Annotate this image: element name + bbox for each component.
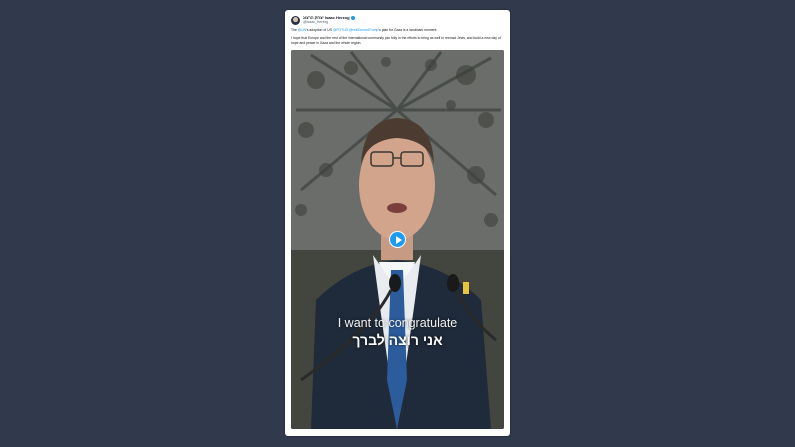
author-handle[interactable]: @Isaac_Herzog: [303, 20, 355, 25]
tweet-paragraph: I hope that Europe and the rest of the i…: [291, 36, 504, 46]
tweet-text-segment: 's plan for Gaza is a landmark moment.: [378, 28, 438, 32]
video-player[interactable]: I want to congratulate אני רוצה לברך: [291, 50, 504, 429]
verified-badge-icon: [350, 15, 355, 20]
play-icon: [395, 235, 402, 244]
tweet-paragraph: The @UN's adoption of US @POTUS @realDon…: [291, 28, 504, 33]
mention-link[interactable]: @POTUS: [333, 28, 348, 32]
mention-link[interactable]: @realDonaldTrump: [349, 28, 379, 32]
tweet-text-segment: The: [291, 28, 298, 32]
video-caption-english: I want to congratulate: [337, 316, 458, 330]
mention-link[interactable]: @UN: [298, 28, 306, 32]
video-caption-hebrew: אני רוצה לברך: [352, 332, 443, 348]
tweet-header: יצחק הרצוג Isaac Herzog @Isaac_Herzog: [291, 15, 355, 25]
tweet-text-segment: 's adoption of US: [306, 28, 333, 32]
play-button[interactable]: [389, 231, 406, 248]
tweet-text: The @UN's adoption of US @POTUS @realDon…: [291, 28, 504, 49]
tweet-text-segment: I hope that Europe and the rest of the i…: [291, 36, 501, 45]
avatar[interactable]: [291, 15, 300, 25]
tweet-card[interactable]: יצחק הרצוג Isaac Herzog @Isaac_Herzog Th…: [285, 10, 510, 436]
